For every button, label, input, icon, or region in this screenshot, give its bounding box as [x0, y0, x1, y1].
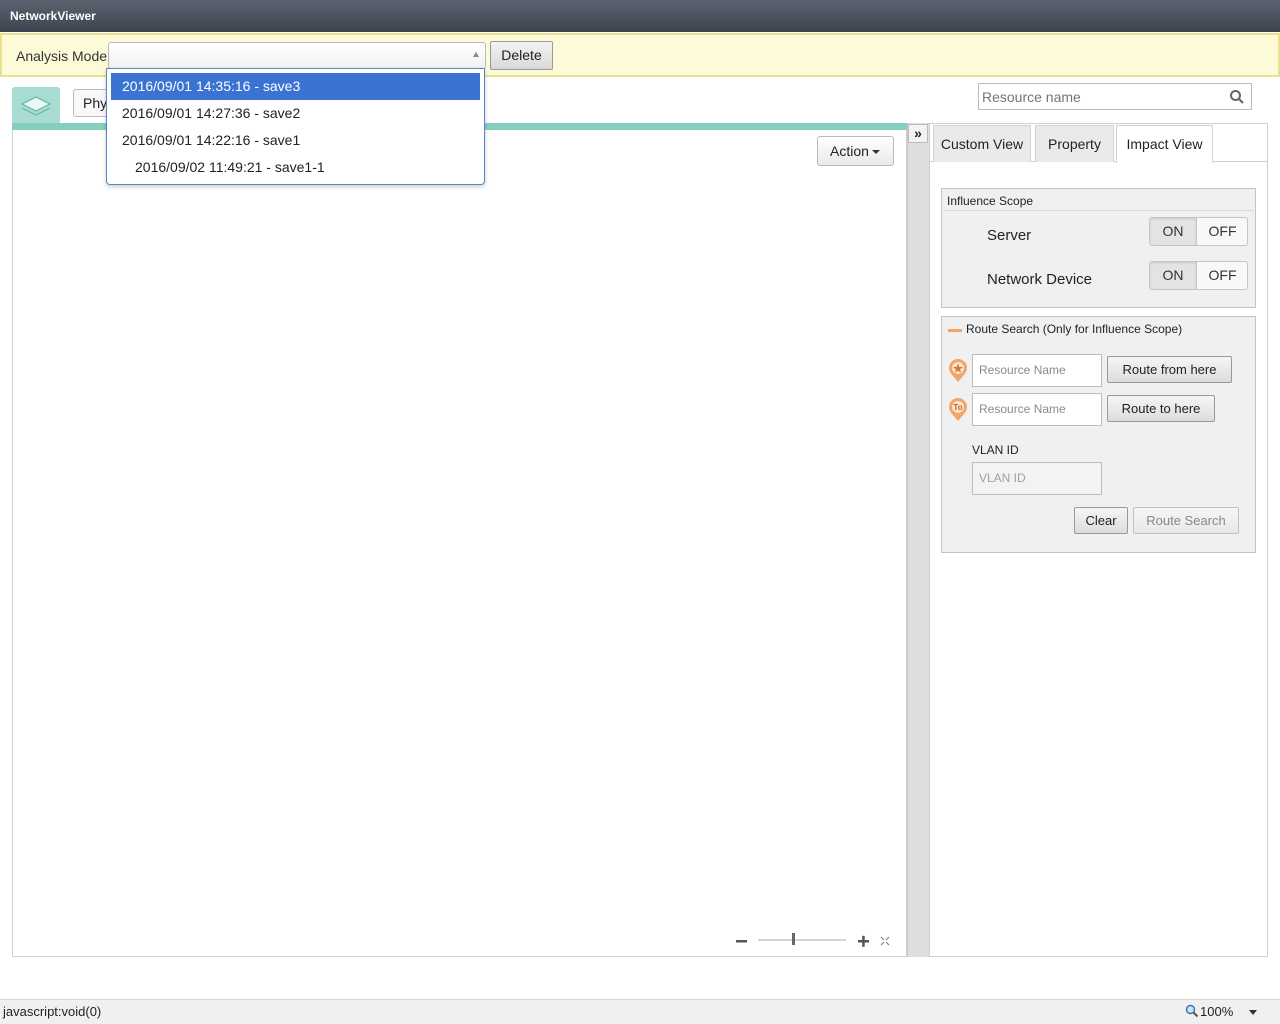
- server-off-option[interactable]: OFF: [1198, 218, 1247, 245]
- zoom-menu-caret-icon[interactable]: [1249, 1010, 1257, 1015]
- dropdown-arrow-icon[interactable]: [473, 52, 479, 57]
- tab-impact-view[interactable]: Impact View: [1116, 125, 1213, 163]
- topology-canvas[interactable]: [12, 130, 907, 957]
- dropdown-option[interactable]: 2016/09/02 11:49:21 - save1-1: [111, 154, 480, 181]
- fit-icon[interactable]: [880, 936, 890, 946]
- vlan-id-label: VLAN ID: [972, 443, 1019, 457]
- status-text: javascript:void(0): [3, 1004, 102, 1019]
- network-device-toggle[interactable]: ON OFF: [1149, 261, 1248, 290]
- zoom-in-icon[interactable]: [858, 935, 869, 947]
- to-pin-icon: To: [949, 398, 967, 421]
- action-button-label: Action: [830, 143, 869, 159]
- network-device-label: Network Device: [987, 271, 1093, 288]
- analysis-mode-dropdown: 2016/09/01 14:35:16 - save3 2016/09/01 1…: [106, 68, 485, 185]
- tab-property[interactable]: Property: [1035, 125, 1114, 162]
- route-search-panel: Route Search (Only for Influence Scope) …: [941, 316, 1256, 553]
- zoom-slider-track[interactable]: [758, 939, 846, 941]
- divider: [943, 210, 1254, 211]
- collapse-dash-icon[interactable]: [948, 329, 962, 332]
- zoom-slider-handle[interactable]: [792, 933, 795, 945]
- route-to-input[interactable]: Resource Name: [972, 393, 1102, 426]
- analysis-mode-label: Analysis Mode: [16, 48, 108, 64]
- route-from-here-button[interactable]: Route from here: [1107, 356, 1232, 383]
- dropdown-option[interactable]: 2016/09/01 14:35:16 - save3: [111, 73, 480, 100]
- layers-icon: [20, 96, 52, 116]
- vlan-id-input[interactable]: VLAN ID: [972, 462, 1102, 495]
- analysis-mode-select[interactable]: [108, 42, 486, 69]
- status-bar: javascript:void(0) 100%: [0, 999, 1280, 1024]
- dropdown-option[interactable]: 2016/09/01 14:27:36 - save2: [111, 100, 480, 127]
- network-device-on-option[interactable]: ON: [1150, 262, 1197, 289]
- layers-tab[interactable]: [12, 87, 60, 123]
- server-on-option[interactable]: ON: [1150, 218, 1197, 245]
- window-title: NetworkViewer: [0, 0, 1280, 32]
- search-icon[interactable]: [1229, 89, 1245, 105]
- influence-scope-legend: Influence Scope: [947, 194, 1034, 208]
- zoom-out-icon[interactable]: [736, 940, 747, 943]
- panel-splitter[interactable]: [907, 123, 929, 957]
- right-panel-tabs: Custom View Property Impact View: [930, 124, 1267, 163]
- star-pin-icon: [949, 359, 967, 382]
- collapse-panel-button[interactable]: »: [908, 124, 928, 143]
- delete-button[interactable]: Delete: [490, 41, 553, 70]
- influence-scope-panel: Influence Scope Server ON OFF Network De…: [941, 188, 1256, 308]
- clear-button[interactable]: Clear: [1074, 507, 1128, 534]
- resource-search-input[interactable]: [979, 84, 1219, 109]
- to-pin-label: To: [953, 403, 962, 412]
- caret-down-icon: [871, 150, 880, 155]
- action-button[interactable]: Action: [817, 136, 894, 166]
- tab-custom-view[interactable]: Custom View: [933, 125, 1031, 162]
- right-panel: Custom View Property Impact View Influen…: [929, 123, 1268, 957]
- network-device-off-option[interactable]: OFF: [1198, 262, 1247, 289]
- dropdown-option[interactable]: 2016/09/01 14:22:16 - save1: [111, 127, 480, 154]
- server-label: Server: [987, 227, 1032, 244]
- server-toggle[interactable]: ON OFF: [1149, 217, 1248, 246]
- zoom-control: [734, 930, 894, 950]
- zoom-level[interactable]: 100%: [1200, 1004, 1233, 1019]
- route-search-legend: Route Search (Only for Influence Scope): [966, 322, 1183, 336]
- route-from-input[interactable]: Resource Name: [972, 354, 1102, 387]
- route-to-here-button[interactable]: Route to here: [1107, 395, 1215, 422]
- magnifier-icon: [1185, 1004, 1199, 1018]
- resource-search[interactable]: [978, 83, 1252, 110]
- route-search-button[interactable]: Route Search: [1133, 507, 1239, 534]
